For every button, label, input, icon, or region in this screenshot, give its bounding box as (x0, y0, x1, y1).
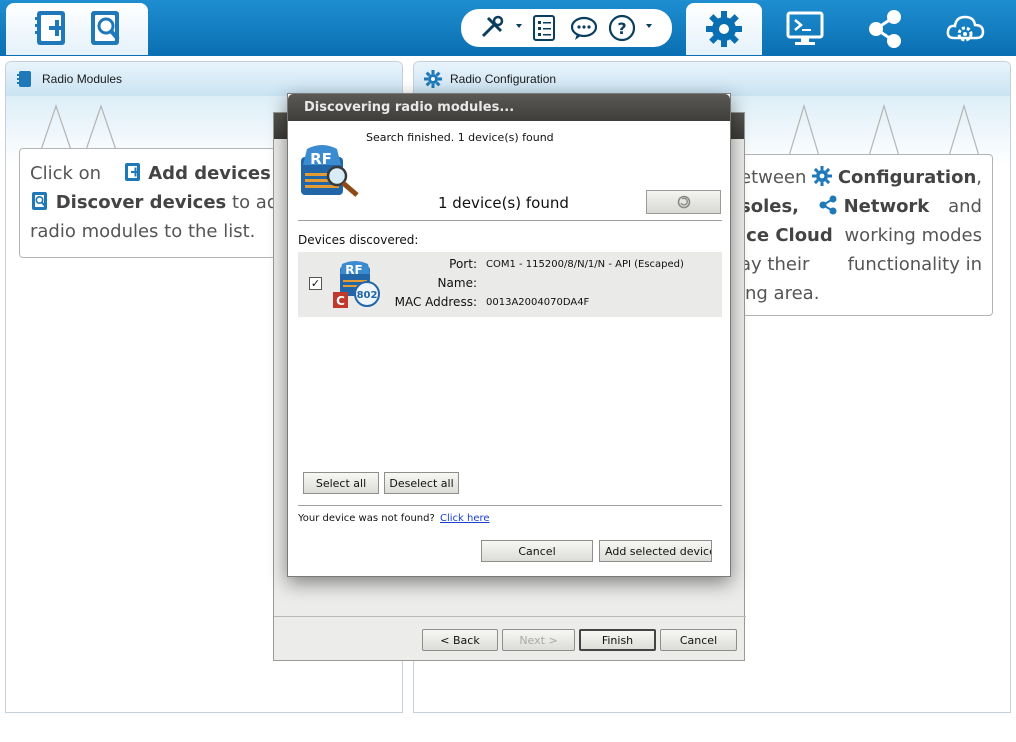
chat-feedback-icon (570, 16, 598, 40)
tools-button[interactable] (477, 13, 507, 43)
hint-line1-pre: etween (740, 167, 807, 188)
radio-modules-title: Radio Modules (42, 72, 123, 86)
xbee-802-device-icon: RF 802 C (333, 261, 380, 308)
hint-line2-post: and (948, 196, 982, 217)
finish-button[interactable]: Finish (579, 629, 656, 651)
hint-add-devices: Add devices (148, 163, 271, 184)
device-not-found-text: Your device was not found? (298, 513, 435, 524)
help-icon: ? (608, 14, 636, 42)
devices-discovered-label: Devices discovered: (298, 233, 419, 247)
tools-icon (481, 15, 504, 38)
add-selected-devices-button[interactable]: Add selected devices (599, 540, 712, 562)
discover-device-icon (32, 192, 47, 210)
hint-configuration: Configuration (837, 167, 977, 188)
hint-discover-devices: Discover devices (55, 192, 227, 213)
device-actions-group (6, 3, 148, 55)
next-button[interactable]: Next > (502, 629, 575, 651)
help-button[interactable]: ? (607, 13, 637, 43)
port-value: COM1 - 115200/8/N/1/N - API (Escaped) (486, 259, 684, 270)
select-all-button[interactable]: Select all (303, 472, 379, 494)
port-label: Port: (449, 257, 477, 271)
devices-found-count: 1 device(s) found (438, 194, 569, 212)
network-icon (869, 10, 901, 48)
restart-search-button[interactable] (646, 190, 721, 214)
discover-device-icon (91, 11, 120, 45)
hint-network: Network (843, 196, 930, 217)
device-checkbox[interactable]: ✓ (309, 277, 322, 290)
help-menu-caret[interactable] (646, 24, 652, 28)
cloud-mode-tab[interactable] (927, 3, 1003, 55)
dialog-cancel-button[interactable]: Cancel (481, 540, 593, 562)
add-devices-button[interactable] (32, 8, 74, 50)
add-device-icon (124, 163, 140, 181)
deselect-all-button[interactable]: Deselect all (384, 472, 459, 494)
hint-line3-post: working modes (844, 225, 982, 246)
radio-configuration-header: Radio Configuration (414, 62, 1010, 96)
profile-button[interactable] (529, 13, 559, 43)
discovering-dialog: Discovering radio modules... RF Search f… (287, 93, 731, 577)
rf-search-icon: RF (301, 145, 359, 197)
svg-text:C: C (336, 294, 345, 308)
click-here-link[interactable]: Click here (440, 513, 490, 524)
hint-text-4: radio modules to the list. (30, 221, 256, 242)
name-label: Name: (437, 276, 477, 290)
gear-icon (706, 11, 742, 47)
svg-text:RF: RF (345, 263, 362, 277)
hint-line5: ing area. (740, 283, 820, 304)
network-icon (819, 195, 837, 215)
tools-menu-caret[interactable] (516, 24, 522, 28)
radio-modules-header: Radio Modules (6, 62, 402, 96)
network-mode-tab[interactable] (847, 3, 923, 55)
discover-devices-button[interactable] (86, 8, 128, 50)
consoles-mode-tab[interactable] (767, 3, 843, 55)
wizard-separator (274, 616, 746, 617)
configuration-mode-tab[interactable] (686, 3, 762, 55)
hint-text-1: Click on (30, 163, 102, 184)
divider (298, 505, 722, 506)
divider (298, 220, 722, 221)
svg-text:?: ? (617, 19, 626, 38)
hint-line4-pre: ay their (740, 254, 810, 275)
wizard-cancel-button[interactable]: Cancel (660, 629, 737, 651)
dialog-titlebar: Discovering radio modules... (288, 94, 730, 121)
back-button[interactable]: < Back (422, 629, 498, 651)
svg-text:802: 802 (357, 290, 378, 301)
svg-text:RF: RF (310, 150, 332, 168)
radio-configuration-title: Radio Configuration (450, 72, 557, 86)
dialog-title: Discovering radio modules... (304, 100, 515, 115)
device-list-item[interactable]: ✓ RF 802 C Port: COM1 - 115200/8/N/1/N -… (298, 252, 722, 317)
hint-line1-post: , (976, 167, 982, 188)
hint-line2-pre: soles, (740, 196, 800, 217)
feedback-button[interactable] (569, 13, 599, 43)
hint-line3-pre: ice Cloud (740, 225, 833, 246)
mac-label: MAC Address: (394, 295, 477, 309)
add-device-icon (35, 11, 65, 45)
console-icon (786, 11, 824, 45)
gear-icon (812, 166, 833, 186)
main-toolbar: ? (0, 0, 1016, 56)
profile-list-icon (533, 15, 555, 41)
tools-group: ? (461, 9, 672, 47)
callout-pointer (788, 103, 980, 157)
gear-icon (424, 70, 442, 88)
hint-line4-post: functionality in (847, 254, 982, 275)
radio-module-icon (17, 71, 31, 87)
search-status: Search finished. 1 device(s) found (366, 131, 554, 144)
mac-value: 0013A2004070DA4F (486, 297, 590, 308)
refresh-icon (677, 195, 690, 209)
cloud-gear-icon (946, 15, 985, 42)
